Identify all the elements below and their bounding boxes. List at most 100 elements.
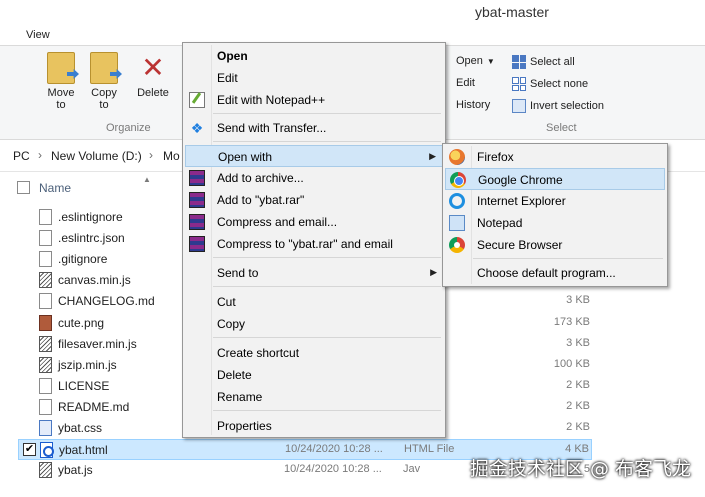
invert-selection-label: Invert selection bbox=[530, 100, 604, 112]
tab-view[interactable]: View bbox=[26, 29, 50, 41]
file-name: ybat.css bbox=[58, 421, 103, 435]
copy-to-label: Copy to bbox=[91, 87, 117, 111]
html-file-icon bbox=[40, 442, 54, 459]
file-name: .gitignore bbox=[58, 252, 108, 267]
submenu-arrow-icon: ▶ bbox=[429, 151, 436, 161]
select-all-label: Select all bbox=[530, 56, 575, 68]
row-checkbox[interactable]: ✔ bbox=[23, 443, 36, 457]
submenu-item-choose-default[interactable]: Choose default program... bbox=[445, 262, 665, 284]
invert-selection-button[interactable]: Invert selection bbox=[512, 99, 604, 113]
menu-item-edit[interactable]: Edit bbox=[185, 67, 443, 89]
submenu-item-label: Choose default program... bbox=[477, 266, 616, 280]
menu-item-add-archive[interactable]: Add to archive... bbox=[185, 167, 443, 189]
menu-item-label: Create shortcut bbox=[217, 346, 300, 360]
menu-item-copy[interactable]: Copy bbox=[185, 313, 443, 335]
open-button[interactable]: Open ▼ bbox=[440, 55, 495, 67]
file-name: jszip.min.js bbox=[58, 357, 117, 372]
image-file-icon bbox=[39, 314, 52, 331]
chrome-icon bbox=[450, 172, 466, 188]
move-to-button[interactable]: Move to bbox=[44, 52, 78, 111]
file-type: Jav bbox=[403, 463, 421, 476]
winrar-icon bbox=[189, 214, 205, 230]
breadcrumb-folder[interactable]: Mo bbox=[163, 149, 180, 163]
menu-item-label: Compress to "ybat.rar" and email bbox=[217, 237, 393, 251]
menu-separator bbox=[473, 258, 663, 259]
menu-item-send-transfer[interactable]: ❖ Send with Transfer... bbox=[185, 117, 443, 139]
select-group-label: Select bbox=[546, 122, 577, 134]
history-button[interactable]: History bbox=[440, 99, 490, 111]
file-name: canvas.min.js bbox=[58, 273, 131, 288]
window-title: ybat-master bbox=[475, 4, 549, 20]
winrar-icon bbox=[189, 192, 205, 208]
sort-up-icon: ▲ bbox=[143, 175, 151, 184]
file-size: 173 KB bbox=[553, 315, 590, 328]
submenu-item-notepad[interactable]: Notepad bbox=[445, 212, 665, 234]
file-name: CHANGELOG.md bbox=[58, 294, 155, 309]
select-all-icon bbox=[512, 55, 526, 69]
breadcrumb-separator-icon: › bbox=[149, 148, 153, 162]
menu-item-compress-email[interactable]: Compress and email... bbox=[185, 211, 443, 233]
menu-item-open-with[interactable]: Open with ▶ bbox=[185, 145, 443, 167]
menu-item-label: Open bbox=[217, 49, 248, 63]
file-icon bbox=[39, 251, 52, 268]
select-none-label: Select none bbox=[530, 78, 589, 90]
file-size: 2 KB bbox=[566, 378, 590, 391]
menu-item-compress-rar-email[interactable]: Compress to "ybat.rar" and email bbox=[185, 233, 443, 255]
submenu-item-google-chrome[interactable]: Google Chrome bbox=[445, 168, 665, 190]
column-name[interactable]: Name bbox=[39, 181, 71, 195]
menu-item-label: Add to "ybat.rar" bbox=[217, 193, 305, 207]
select-all-button[interactable]: Select all bbox=[512, 55, 575, 69]
invert-selection-icon bbox=[512, 99, 526, 113]
file-date: 10/24/2020 10:28 ... bbox=[285, 443, 383, 456]
copy-to-button[interactable]: Copy to bbox=[87, 52, 121, 111]
winrar-icon bbox=[189, 236, 205, 252]
copy-folder-icon bbox=[90, 52, 118, 84]
menu-item-label: Add to archive... bbox=[217, 171, 304, 185]
submenu-item-label: Notepad bbox=[477, 216, 523, 230]
menu-item-label: Edit bbox=[217, 71, 238, 85]
submenu-item-secure-browser[interactable]: Secure Browser bbox=[445, 234, 665, 256]
file-name: README.md bbox=[58, 399, 130, 414]
menu-item-add-rar[interactable]: Add to "ybat.rar" bbox=[185, 189, 443, 211]
submenu-item-firefox[interactable]: Firefox bbox=[445, 146, 665, 168]
breadcrumb-separator-icon: › bbox=[38, 148, 42, 162]
menu-item-label: Copy bbox=[217, 317, 246, 331]
submenu-item-label: Firefox bbox=[477, 150, 514, 164]
breadcrumb-drive[interactable]: New Volume (D:) bbox=[51, 149, 142, 163]
dropbox-icon: ❖ bbox=[190, 120, 204, 136]
submenu-arrow-icon: ▶ bbox=[430, 267, 437, 277]
menu-item-label: Cut bbox=[217, 295, 236, 309]
file-type: HTML File bbox=[404, 443, 455, 456]
breadcrumb-pc[interactable]: PC bbox=[13, 149, 30, 163]
file-size: 2 KB bbox=[566, 421, 590, 433]
submenu-item-label: Internet Explorer bbox=[477, 194, 566, 208]
menu-item-edit-notepadpp[interactable]: Edit with Notepad++ bbox=[185, 89, 443, 111]
menu-item-cut[interactable]: Cut bbox=[185, 291, 443, 313]
css-file-icon bbox=[39, 420, 52, 436]
menu-separator bbox=[213, 257, 441, 258]
file-size: 3 KB bbox=[566, 336, 590, 349]
select-all-checkbox[interactable] bbox=[17, 181, 30, 194]
menu-item-delete[interactable]: Delete bbox=[185, 364, 443, 386]
submenu-item-internet-explorer[interactable]: Internet Explorer bbox=[445, 190, 665, 212]
select-none-button[interactable]: Select none bbox=[512, 77, 588, 91]
move-to-label: Move to bbox=[47, 87, 75, 111]
delete-button[interactable]: ✕ Delete bbox=[133, 52, 173, 99]
notepadpp-icon bbox=[189, 92, 205, 108]
menu-item-rename[interactable]: Rename bbox=[185, 386, 443, 408]
js-file-icon bbox=[39, 356, 52, 373]
menu-separator bbox=[213, 141, 441, 142]
file-name: cute.png bbox=[58, 315, 105, 330]
menu-item-send-to[interactable]: Send to ▶ bbox=[185, 262, 443, 284]
menu-item-label: Properties bbox=[217, 419, 272, 433]
open-with-submenu: Firefox Google Chrome Internet Explorer … bbox=[442, 143, 668, 287]
menu-item-properties[interactable]: Properties bbox=[185, 415, 443, 437]
menu-item-open[interactable]: Open bbox=[185, 45, 443, 67]
menu-item-create-shortcut[interactable]: Create shortcut bbox=[185, 342, 443, 364]
menu-item-label: Compress and email... bbox=[217, 215, 338, 229]
chevron-down-icon: ▼ bbox=[486, 56, 495, 66]
internet-explorer-icon bbox=[449, 193, 465, 209]
file-size: 3 KB bbox=[566, 294, 590, 307]
menu-item-label: Send to bbox=[217, 266, 259, 280]
menu-item-label: Delete bbox=[217, 368, 252, 382]
